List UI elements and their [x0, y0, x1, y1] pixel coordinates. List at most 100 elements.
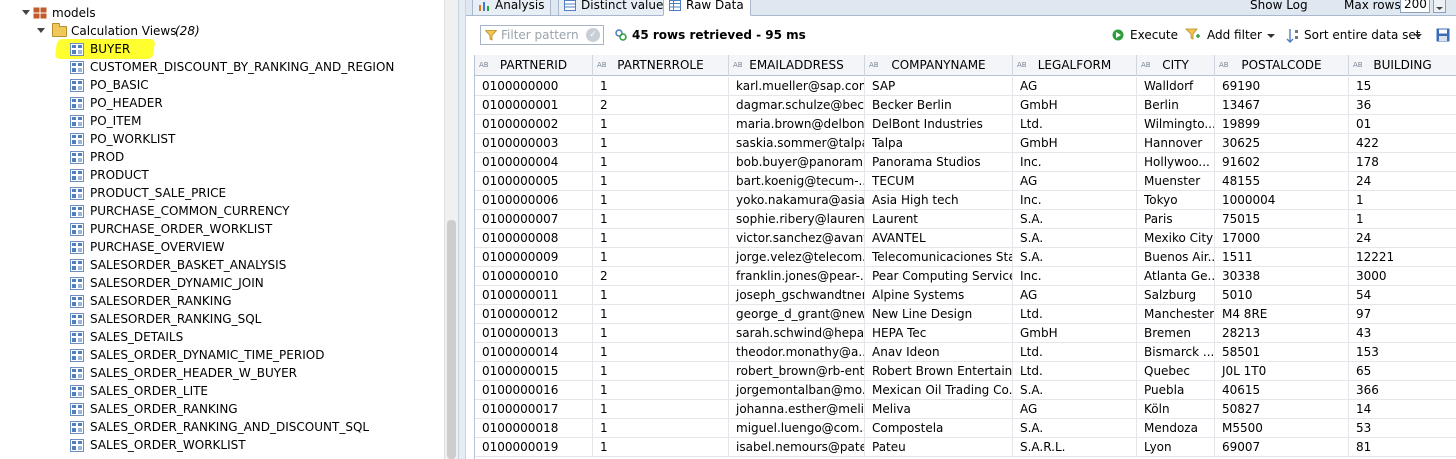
table-row[interactable]: 01000000031saskia.sommer@talpa...TalpaGm… — [475, 134, 1456, 153]
column-header-partnerrole[interactable]: AB PARTNERROLE — [593, 55, 729, 76]
cell-city[interactable]: Tokyo — [1137, 191, 1215, 210]
cell-city[interactable]: Buenos Air... — [1137, 248, 1215, 267]
cell-companyname[interactable]: Telecomunicaciones Star — [865, 248, 1013, 267]
cell-emailaddress[interactable]: miguel.luengo@com... — [729, 419, 865, 438]
table-row[interactable]: 0100000007 1 sophie.ribery@lauren... Lauren… — [475, 210, 1456, 229]
cell-postalcode[interactable]: 28213 — [1215, 324, 1349, 343]
tree-item-sales-order-dynamic-time-period[interactable]: SALES_ORDER_DYNAMIC_TIME_PERIOD — [0, 346, 440, 364]
cell-postalcode[interactable]: 30338 — [1215, 267, 1349, 286]
column-header-legalform[interactable]: AB LEGALFORM — [1013, 55, 1137, 76]
cell-emailaddress[interactable]: maria.brown@delbon... — [729, 115, 865, 134]
cell-legalform[interactable]: Ltd. — [1013, 115, 1137, 134]
cell-companyname[interactable]: Panorama Studios — [865, 153, 1013, 172]
table-row[interactable]: 0100000011 1 joseph_gschwandtner... Alpine … — [475, 286, 1456, 305]
tree-item-product[interactable]: PRODUCT — [0, 166, 440, 184]
cell-legalform[interactable]: GmbH — [1013, 134, 1137, 153]
cell-postalcode[interactable]: 69190 — [1215, 77, 1349, 96]
cell-partnerid[interactable]: 0100000003 — [475, 134, 593, 153]
cell-emailaddress[interactable]: george_d_grant@new... — [729, 305, 865, 324]
cell-emailaddress[interactable]: johanna.esther@meli... — [729, 400, 865, 419]
cell-city[interactable]: Köln — [1137, 400, 1215, 419]
cell-partnerid[interactable]: 0100000014 — [475, 343, 593, 362]
cell-companyname[interactable]: Pateu — [865, 438, 1013, 457]
tree-item-po-item[interactable]: PO_ITEM — [0, 112, 440, 130]
table-row[interactable]: 0100000001 2 dagmar.schulze@bec... Becker B… — [475, 96, 1456, 115]
cell-legalform[interactable]: AG — [1013, 77, 1137, 96]
table-row[interactable]: 0100000013 1 sarah.schwind@hepa... HEPA Tec… — [475, 324, 1456, 343]
cell-companyname[interactable]: Anav Ideon — [865, 343, 1013, 362]
cell-partnerrole[interactable]: 1 — [593, 77, 729, 96]
table-row[interactable]: 0100000015 1 robert_brown@rb-ent... Robert … — [475, 362, 1456, 381]
cell-partnerrole[interactable]: 2 — [593, 267, 729, 286]
table-row[interactable]: 01000000081victor.sanchez@avant...AVANTE… — [475, 229, 1456, 248]
cell-legalform[interactable]: Ltd. — [1013, 343, 1137, 362]
cell-city[interactable]: Mendoza — [1137, 419, 1215, 438]
cell-postalcode[interactable]: 1511 — [1215, 248, 1349, 267]
cell-building[interactable]: 53 — [1349, 419, 1456, 438]
table-row[interactable]: 0100000005 1 bart.koenig@tecum-... TECUM AG M… — [475, 172, 1456, 191]
cell-emailaddress[interactable]: franklin.jones@pear-... — [729, 267, 865, 286]
cell-emailaddress[interactable]: victor.sanchez@avant... — [729, 229, 865, 248]
tab-raw-data[interactable]: Raw Data — [663, 0, 751, 16]
column-header-postalcode[interactable]: AB POSTALCODE — [1215, 55, 1349, 76]
cell-legalform[interactable]: GmbH — [1013, 324, 1137, 343]
cell-partnerid[interactable]: 0100000017 — [475, 400, 593, 419]
cell-city[interactable]: Hollywoo... — [1137, 153, 1215, 172]
cell-companyname[interactable]: Pear Computing Services — [865, 267, 1013, 286]
tree-item-salesorder-basket-analysis[interactable]: SALESORDER_BASKET_ANALYSIS — [0, 256, 440, 274]
tree-item-sales-order-worklist[interactable]: SALES_ORDER_WORKLIST — [0, 436, 440, 454]
cell-partnerid[interactable]: 0100000009 — [475, 248, 593, 267]
table-row[interactable]: 0100000004 1 bob.buyer@panoram... Panorama … — [475, 153, 1456, 172]
cell-building[interactable]: 1 — [1349, 191, 1456, 210]
cell-partnerid[interactable]: 0100000002 — [475, 115, 593, 134]
tree-item-purchase-overview[interactable]: PURCHASE_OVERVIEW — [0, 238, 440, 256]
cell-emailaddress[interactable]: sarah.schwind@hepa... — [729, 324, 865, 343]
cell-postalcode[interactable]: 30625 — [1215, 134, 1349, 153]
cell-partnerrole[interactable]: 1 — [593, 153, 729, 172]
cell-partnerid[interactable]: 0100000005 — [475, 172, 593, 191]
cell-postalcode[interactable]: 69007 — [1215, 438, 1349, 457]
cell-partnerid[interactable]: 0100000018 — [475, 419, 593, 438]
max-rows-input[interactable]: 200 — [1400, 0, 1430, 13]
cell-partnerrole[interactable]: 1 — [593, 305, 729, 324]
tree-scrollbar[interactable] — [444, 0, 458, 459]
tree-item-sales-order-lite[interactable]: SALES_ORDER_LITE — [0, 382, 440, 400]
cell-partnerrole[interactable]: 1 — [593, 343, 729, 362]
cell-emailaddress[interactable]: saskia.sommer@talpa... — [729, 134, 865, 153]
cell-partnerrole[interactable]: 1 — [593, 381, 729, 400]
cell-city[interactable]: Bismarck ... — [1137, 343, 1215, 362]
cell-city[interactable]: Wilmingto... — [1137, 115, 1215, 134]
cell-companyname[interactable]: New Line Design — [865, 305, 1013, 324]
cell-postalcode[interactable]: 13467 — [1215, 96, 1349, 115]
cell-partnerid[interactable]: 0100000001 — [475, 96, 593, 115]
cell-city[interactable]: Quebec — [1137, 362, 1215, 381]
cell-legalform[interactable]: GmbH — [1013, 96, 1137, 115]
cell-partnerid[interactable]: 0100000019 — [475, 438, 593, 457]
cell-city[interactable]: Lyon — [1137, 438, 1215, 457]
cell-companyname[interactable]: AVANTEL — [865, 229, 1013, 248]
cell-partnerrole[interactable]: 1 — [593, 248, 729, 267]
tree-item-sales-details[interactable]: SALES_DETAILS — [0, 328, 440, 346]
cell-building[interactable]: 54 — [1349, 286, 1456, 305]
cell-companyname[interactable]: Mexican Oil Trading Co... — [865, 381, 1013, 400]
tree-item-prod[interactable]: PROD — [0, 148, 440, 166]
tree-item-salesorder-ranking-sql[interactable]: SALESORDER_RANKING_SQL — [0, 310, 440, 328]
tree-item-po-worklist[interactable]: PO_WORKLIST — [0, 130, 440, 148]
cell-postalcode[interactable]: 75015 — [1215, 210, 1349, 229]
cell-legalform[interactable]: AG — [1013, 172, 1137, 191]
cell-city[interactable]: Puebla — [1137, 381, 1215, 400]
cell-postalcode[interactable]: J0L 1T0 — [1215, 362, 1349, 381]
cell-building[interactable]: 178 — [1349, 153, 1456, 172]
cell-legalform[interactable]: S.A. — [1013, 248, 1137, 267]
table-row[interactable]: 0100000018 1 miguel.luengo@com... Compostel… — [475, 419, 1456, 438]
cell-partnerrole[interactable]: 1 — [593, 324, 729, 343]
cell-partnerrole[interactable]: 1 — [593, 286, 729, 305]
cell-postalcode[interactable]: 50827 — [1215, 400, 1349, 419]
cell-partnerid[interactable]: 0100000011 — [475, 286, 593, 305]
tree-item-salesorder-dynamic-join[interactable]: SALESORDER_DYNAMIC_JOIN — [0, 274, 440, 292]
cell-emailaddress[interactable]: isabel.nemours@pate... — [729, 438, 865, 457]
show-log-link[interactable]: Show Log — [1250, 0, 1308, 15]
cell-emailaddress[interactable]: jorge.velez@telecom... — [729, 248, 865, 267]
cell-building[interactable]: 3000 — [1349, 267, 1456, 286]
cell-emailaddress[interactable]: joseph_gschwandtner... — [729, 286, 865, 305]
